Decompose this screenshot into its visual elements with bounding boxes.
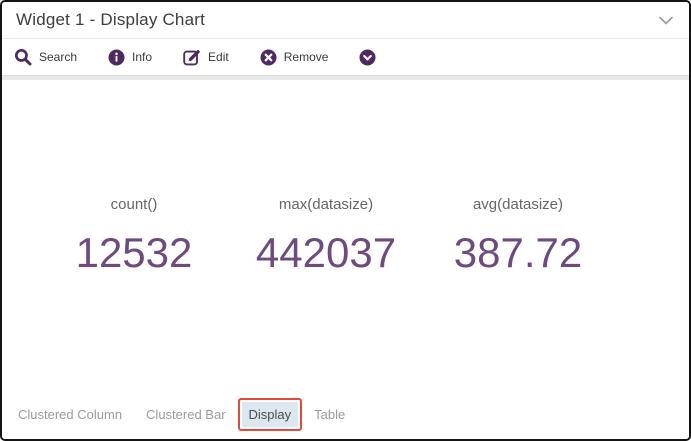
info-circle-icon <box>108 49 125 66</box>
tab-clustered-column[interactable]: Clustered Column <box>18 407 122 422</box>
remove-circle-icon <box>260 49 277 66</box>
content-area: count() 12532 max(datasize) 442037 avg(d… <box>2 80 689 439</box>
toolbar: Search Info Edit <box>2 39 689 75</box>
metric-avg-datasize: avg(datasize) 387.72 <box>422 196 614 277</box>
collapse-toolbar-button[interactable] <box>359 49 376 66</box>
metrics-row: count() 12532 max(datasize) 442037 avg(d… <box>38 196 614 277</box>
remove-button[interactable]: Remove <box>260 49 329 66</box>
chart-type-tabs: Clustered Column Clustered Bar Display T… <box>18 398 345 431</box>
edit-label: Edit <box>208 50 229 64</box>
search-button[interactable]: Search <box>14 48 77 66</box>
metric-count: count() 12532 <box>38 196 230 277</box>
tab-table[interactable]: Table <box>314 407 345 422</box>
widget-window: Widget 1 - Display Chart Search <box>0 0 691 441</box>
info-label: Info <box>132 50 152 64</box>
tab-display[interactable]: Display <box>242 402 299 427</box>
search-label: Search <box>39 50 77 64</box>
metric-label-avg: avg(datasize) <box>422 196 614 213</box>
collapse-widget-button[interactable] <box>659 13 673 28</box>
metric-value-count: 12532 <box>38 229 230 277</box>
chevron-down-icon <box>659 13 673 28</box>
metric-value-avg: 387.72 <box>422 229 614 277</box>
edit-icon <box>183 48 201 66</box>
metric-label-max: max(datasize) <box>230 196 422 213</box>
widget-title: Widget 1 - Display Chart <box>16 10 205 30</box>
tab-clustered-bar[interactable]: Clustered Bar <box>146 407 225 422</box>
annotation-highlight-box: Display <box>238 398 303 431</box>
chevron-down-circle-icon <box>359 49 376 66</box>
info-button[interactable]: Info <box>108 49 152 66</box>
titlebar: Widget 1 - Display Chart <box>2 2 689 39</box>
metric-max-datasize: max(datasize) 442037 <box>230 196 422 277</box>
metric-label-count: count() <box>38 196 230 213</box>
edit-button[interactable]: Edit <box>183 48 229 66</box>
search-icon <box>14 48 32 66</box>
metric-value-max: 442037 <box>230 229 422 277</box>
remove-label: Remove <box>284 50 329 64</box>
